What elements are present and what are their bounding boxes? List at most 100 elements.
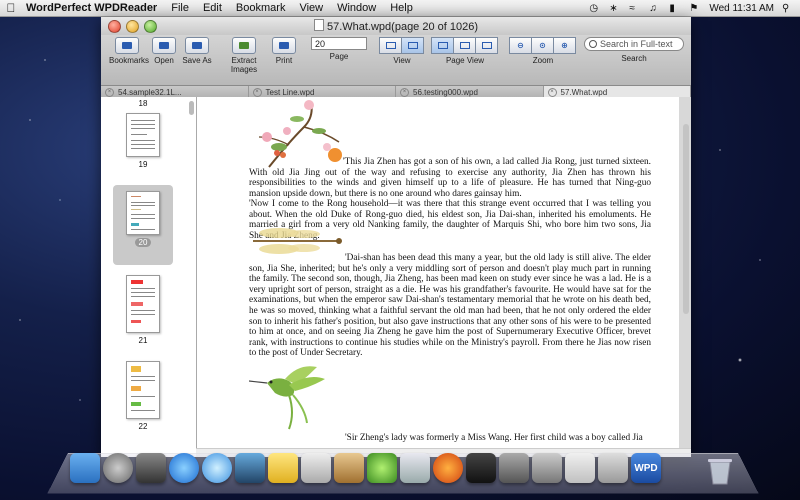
thumbnail-label: 21 (138, 336, 148, 345)
bluetooth-icon[interactable]: ∗ (609, 3, 621, 14)
zoom-out-button[interactable]: ⊖ (509, 37, 532, 54)
thumbnail-page-19[interactable]: 19 (113, 113, 173, 169)
two-page-button[interactable] (454, 37, 476, 54)
paragraph-1: 'This Jia Zhen has got a son of his own,… (249, 157, 651, 199)
textedit-icon[interactable] (334, 453, 364, 483)
menu-edit[interactable]: Edit (196, 2, 229, 14)
spotlight-icon[interactable]: ⚲ (782, 3, 794, 14)
document-scroll-thumb[interactable] (683, 124, 689, 314)
image-icon (239, 42, 249, 49)
app-store-icon[interactable] (169, 453, 199, 483)
app-menu[interactable]: WordPerfect WPDReader (22, 2, 164, 14)
zoom-in-button[interactable]: ⊕ (554, 37, 576, 54)
document-scrollbar[interactable] (683, 99, 689, 455)
save-as-button[interactable]: Save As (181, 37, 213, 65)
zoom-fit-button[interactable]: ⊙ (532, 37, 554, 54)
thumbnail-page-18[interactable]: 18 (113, 99, 173, 108)
flag-icon[interactable]: ⚑ (689, 3, 701, 14)
rocket-launcher-icon[interactable] (103, 453, 133, 483)
continuous-page-button[interactable] (476, 37, 498, 54)
continuous-page-icon (481, 42, 492, 49)
save-as-label: Save As (182, 56, 212, 65)
view-label: View (393, 56, 411, 65)
disk-utility-icon[interactable] (532, 453, 562, 483)
tab-label: 57.What.wpd (560, 88, 608, 97)
search-icon (589, 40, 597, 48)
title-bar[interactable]: 57.What.wpd(page 20 of 1026) (101, 17, 691, 35)
zoom-fit-icon: ⊙ (539, 41, 546, 50)
search-input[interactable]: Search in Full-text (584, 37, 684, 51)
trash-icon[interactable] (706, 456, 734, 486)
menu-help[interactable]: Help (383, 2, 420, 14)
view-thumbnail-button[interactable] (379, 37, 402, 54)
bookmark-icon (122, 42, 132, 49)
search-label: Search (621, 54, 647, 63)
tab-label: 56.testing000.wpd (413, 88, 478, 97)
paragraph-3: 'Dai-shan has been dead this many a year… (249, 253, 651, 359)
finder-icon[interactable] (70, 453, 100, 483)
preview-document-icon[interactable] (598, 453, 628, 483)
split-view-icon (407, 42, 418, 49)
thumbnail-page-21[interactable]: 21 (113, 275, 173, 345)
menu-view[interactable]: View (292, 2, 330, 14)
toolbar: Bookmarks Open Save As Extract Images Pr… (101, 35, 691, 86)
print-label: Print (275, 56, 293, 65)
preview-icon[interactable] (301, 453, 331, 483)
zoom-in-icon: ⊕ (561, 41, 568, 50)
zoom-control: ⊖ ⊙ ⊕ Zoom (509, 37, 577, 65)
wifi-icon[interactable]: ≈ (629, 3, 641, 14)
open-button[interactable]: Open (151, 37, 177, 65)
time-machine-icon[interactable]: ◷ (589, 3, 601, 14)
menu-window[interactable]: Window (330, 2, 383, 14)
terminal-icon[interactable] (466, 453, 496, 483)
pages-icon[interactable] (565, 453, 595, 483)
wpd-reader-icon[interactable]: WPD (631, 453, 661, 483)
thumbnail-scroll-thumb[interactable] (189, 101, 194, 115)
thumbnail-label: 20 (134, 238, 152, 247)
view-control: View (379, 37, 425, 65)
extract-images-button[interactable]: Extract Images (219, 37, 269, 74)
reader-window: 57.What.wpd(page 20 of 1026) Bookmarks O… (101, 17, 691, 457)
single-page-button[interactable] (431, 37, 454, 54)
two-page-icon (459, 42, 470, 49)
wpd-reader-label: WPD (634, 462, 658, 474)
content-area: 18 19 20 21 22 'This Jia Zhen has got a … (101, 97, 691, 457)
menu-bar:  WordPerfect WPDReader File Edit Bookma… (0, 0, 800, 17)
thumbnail-sidebar[interactable]: 18 19 20 21 22 (101, 97, 197, 457)
print-button[interactable]: Print (271, 37, 297, 65)
firefox-icon[interactable] (433, 453, 463, 483)
leaf-app-icon[interactable] (367, 453, 397, 483)
extract-images-label: Extract Images (230, 56, 258, 74)
close-tab-icon[interactable]: × (252, 88, 262, 97)
menu-bookmark[interactable]: Bookmark (229, 2, 293, 14)
dock-icons: WPD (70, 453, 661, 483)
menu-file[interactable]: File (164, 2, 196, 14)
thumbnail-page-22[interactable]: 22 (113, 361, 173, 431)
battery-icon[interactable]: ▮ (669, 3, 681, 14)
tab-label: Test Line.wpd (265, 88, 315, 97)
bookmarks-button[interactable]: Bookmarks (109, 37, 149, 65)
thumbnail-image (126, 191, 160, 235)
thumbnail-view-icon (385, 42, 396, 49)
apple-menu-icon[interactable]:  (0, 1, 22, 15)
itunes-icon[interactable] (202, 453, 232, 483)
close-tab-icon[interactable]: × (400, 88, 409, 97)
volume-icon[interactable]: ♫ (649, 3, 661, 14)
thumbnail-page-20[interactable]: 20 (113, 185, 173, 265)
view-split-button[interactable] (402, 37, 424, 54)
stickies-icon[interactable] (268, 453, 298, 483)
close-tab-icon[interactable]: × (547, 88, 557, 97)
thumbnail-label: 19 (138, 160, 148, 169)
search-placeholder: Search in Full-text (600, 39, 673, 49)
document-app-icon[interactable] (400, 453, 430, 483)
thumbnail-scrollbar[interactable] (188, 99, 195, 349)
paragraph-4: 'Sir Zheng's lady was formerly a Miss Wa… (345, 433, 643, 443)
xcode-icon[interactable] (235, 453, 265, 483)
thumbnail-label: 22 (138, 422, 148, 431)
system-preferences-icon[interactable] (499, 453, 529, 483)
close-tab-icon[interactable]: × (105, 88, 114, 97)
menubar-clock[interactable]: Wed 11:31 AM (709, 3, 774, 14)
photo-booth-icon[interactable] (136, 453, 166, 483)
page-number-input[interactable]: 20 (311, 37, 367, 50)
document-viewer[interactable]: 'This Jia Zhen has got a son of his own,… (197, 97, 691, 457)
